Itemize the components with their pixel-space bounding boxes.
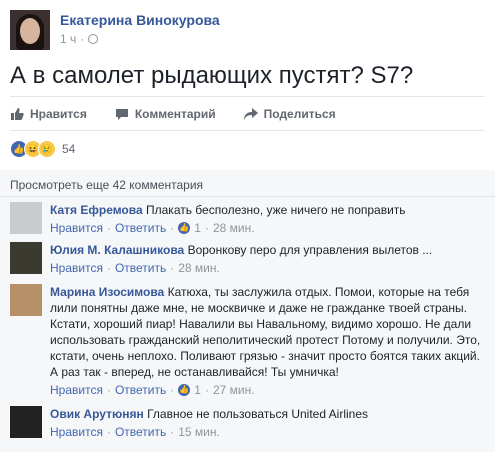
comment-label: Комментарий bbox=[134, 107, 216, 121]
author-name[interactable]: Екатерина Винокурова bbox=[60, 12, 220, 28]
commenter-name[interactable]: Марина Изосимова bbox=[50, 285, 164, 299]
comment-text: Главное не пользоваться United Airlines bbox=[147, 407, 369, 421]
divider bbox=[10, 130, 485, 131]
comment-text: Воронкову перо для управления вылетов ..… bbox=[187, 243, 433, 257]
comment-text: Плакать бесполезно, уже ничего не поправ… bbox=[146, 203, 406, 217]
like-icon: 👍 bbox=[178, 384, 191, 396]
comment-reply-link[interactable]: Ответить bbox=[115, 260, 166, 276]
commenter-avatar[interactable] bbox=[10, 406, 42, 438]
comment-like-count[interactable]: 1 bbox=[194, 220, 201, 236]
share-label: Поделиться bbox=[263, 107, 336, 121]
post-header: Екатерина Винокурова 1 ч · bbox=[10, 10, 485, 50]
divider bbox=[0, 196, 495, 197]
like-label: Нравится bbox=[30, 107, 87, 121]
comment-like-link[interactable]: Нравится bbox=[50, 220, 103, 236]
author-avatar[interactable] bbox=[10, 10, 50, 50]
thumbs-up-icon bbox=[11, 108, 24, 120]
share-button[interactable]: Поделиться bbox=[243, 104, 336, 124]
reaction-count: 54 bbox=[62, 142, 76, 156]
comment-time[interactable]: 27 мин. bbox=[213, 382, 255, 398]
globe-icon[interactable] bbox=[88, 34, 99, 44]
sad-reaction-icon: 😢 bbox=[38, 140, 56, 158]
separator-dot: · bbox=[80, 32, 85, 46]
share-icon bbox=[243, 108, 258, 120]
comment-button[interactable]: Комментарий bbox=[115, 104, 216, 124]
comment-time[interactable]: 28 мин. bbox=[213, 220, 255, 236]
comment-text: Катюха, ты заслужила отдых. Помои, котор… bbox=[50, 285, 481, 379]
comment-like-link[interactable]: Нравится bbox=[50, 424, 103, 440]
reactions-summary[interactable]: 👍 😆 😢 54 bbox=[10, 140, 75, 158]
comment-like-link[interactable]: Нравится bbox=[50, 382, 103, 398]
post-time[interactable]: 1 ч bbox=[60, 32, 76, 46]
commenter-name[interactable]: Юлия М. Калашникова bbox=[50, 243, 184, 257]
comment-like-link[interactable]: Нравится bbox=[50, 260, 103, 276]
comment-reply-link[interactable]: Ответить bbox=[115, 220, 166, 236]
post-text: А в самолет рыдающих пустят? S7? bbox=[10, 62, 414, 89]
commenter-avatar[interactable] bbox=[10, 242, 42, 274]
comments-section: Просмотреть еще 42 комментария Катя Ефре… bbox=[0, 170, 495, 452]
comment-like-count[interactable]: 1 bbox=[194, 382, 201, 398]
view-more-comments-link[interactable]: Просмотреть еще 42 комментария bbox=[10, 178, 203, 192]
comment-time[interactable]: 28 мин. bbox=[178, 260, 220, 276]
commenter-avatar[interactable] bbox=[10, 202, 42, 234]
like-button[interactable]: Нравится bbox=[10, 104, 87, 124]
divider bbox=[10, 96, 485, 97]
comment-time[interactable]: 15 мин. bbox=[178, 424, 220, 440]
commenter-name[interactable]: Овик Арутюнян bbox=[50, 407, 144, 421]
like-icon: 👍 bbox=[178, 222, 191, 234]
commenter-avatar[interactable] bbox=[10, 284, 42, 316]
comment-reply-link[interactable]: Ответить bbox=[115, 424, 166, 440]
commenter-name[interactable]: Катя Ефремова bbox=[50, 203, 143, 217]
comment-reply-link[interactable]: Ответить bbox=[115, 382, 166, 398]
action-bar: Нравится Комментарий Поделиться bbox=[10, 104, 336, 124]
post-meta: 1 ч · bbox=[60, 32, 99, 46]
comment-icon bbox=[115, 109, 128, 120]
